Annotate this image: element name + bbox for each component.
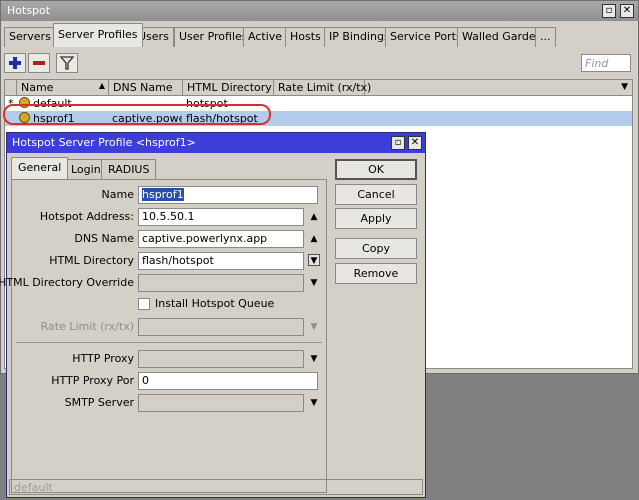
plus-icon xyxy=(9,57,21,69)
minus-icon xyxy=(33,61,45,65)
divider xyxy=(16,342,322,343)
collapse-up-icon[interactable]: ▲ xyxy=(308,211,320,223)
main-tabs: Servers Server Profiles Users User Profi… xyxy=(4,23,635,47)
http-proxy-field[interactable] xyxy=(138,350,304,368)
http-proxy-port-label: HTTP Proxy Por xyxy=(51,374,134,387)
general-panel: Name hsprof1 Hotspot Address: 10.5.50.1 … xyxy=(0,179,327,493)
tab-user-profiles[interactable]: User Profiles xyxy=(174,27,253,47)
dns-name-label: DNS Name xyxy=(74,232,134,245)
tab-servers[interactable]: Servers xyxy=(4,27,56,47)
tab-walled-garden[interactable]: Walled Garden xyxy=(457,27,548,47)
header-marker xyxy=(5,80,17,96)
highlight-ring xyxy=(3,104,271,125)
window-titlebar[interactable]: Hotspot ▫ ✕ xyxy=(1,1,638,21)
restore-icon[interactable]: ▫ xyxy=(391,136,405,150)
remove-button[interactable] xyxy=(28,53,50,73)
restore-icon[interactable]: ▫ xyxy=(602,4,616,18)
tab-service-ports[interactable]: Service Ports xyxy=(385,27,467,47)
remove-button[interactable]: Remove xyxy=(335,263,417,284)
name-field[interactable]: hsprof1 xyxy=(138,186,318,204)
tab-server-profiles[interactable]: Server Profiles xyxy=(53,23,143,47)
dropdown-icon[interactable]: ▼ xyxy=(308,254,320,266)
http-proxy-label: HTTP Proxy xyxy=(72,352,134,365)
header-html-directory[interactable]: HTML Directory xyxy=(183,80,274,96)
rate-limit-field xyxy=(138,318,304,336)
table-header: Name ▲ DNS Name HTML Directory Rate Limit… xyxy=(5,80,632,96)
columns-dropdown-icon[interactable]: ▼ xyxy=(621,82,628,92)
dialog-title: Hotspot Server Profile <hsprof1> xyxy=(12,136,196,149)
dialog-titlebar[interactable]: Hotspot Server Profile <hsprof1> ▫ ✕ xyxy=(7,133,425,153)
dropdown-icon: ▼ xyxy=(310,322,318,332)
add-button[interactable] xyxy=(4,53,26,73)
header-rate-limit[interactable]: Rate Limit (rx/tx) xyxy=(274,80,371,96)
http-proxy-port-field[interactable]: 0 xyxy=(138,372,318,390)
filter-icon xyxy=(59,56,75,70)
tab-more[interactable]: ... xyxy=(535,27,556,47)
close-icon[interactable]: ✕ xyxy=(408,136,422,150)
ok-button[interactable]: OK xyxy=(335,159,417,180)
toolbar: Find xyxy=(4,51,635,77)
apply-button[interactable]: Apply xyxy=(335,208,417,229)
header-name[interactable]: Name ▲ xyxy=(17,80,109,96)
dns-name-field[interactable]: captive.powerlynx.app xyxy=(138,230,304,248)
install-queue-label: Install Hotspot Queue xyxy=(155,297,275,310)
filter-button[interactable] xyxy=(56,53,78,73)
smtp-server-label: SMTP Server xyxy=(64,396,134,409)
profile-dialog: Hotspot Server Profile <hsprof1> ▫ ✕ Gen… xyxy=(0,132,426,498)
cancel-button[interactable]: Cancel xyxy=(335,184,417,205)
close-icon[interactable]: ✕ xyxy=(620,4,634,18)
rate-limit-label: Rate Limit (rx/tx) xyxy=(40,320,134,333)
html-directory-field[interactable]: flash/hotspot xyxy=(138,252,304,270)
tab-active[interactable]: Active xyxy=(243,27,288,47)
find-input[interactable]: Find xyxy=(581,54,631,72)
hotspot-address-label: Hotspot Address: xyxy=(39,210,134,223)
html-override-label: HTML Directory Override xyxy=(0,276,134,289)
dropdown-icon[interactable]: ▼ xyxy=(308,397,320,409)
header-dns[interactable]: DNS Name xyxy=(109,80,183,96)
window-title: Hotspot xyxy=(7,4,51,17)
dialog-status: default xyxy=(9,479,423,495)
html-override-field[interactable] xyxy=(138,274,304,292)
tab-radius[interactable]: RADIUS xyxy=(101,159,157,179)
dropdown-icon[interactable]: ▼ xyxy=(308,353,320,365)
sort-arrow-icon: ▲ xyxy=(98,81,105,90)
dropdown-icon[interactable]: ▼ xyxy=(308,277,320,289)
html-directory-label: HTML Directory xyxy=(49,254,134,267)
name-label: Name xyxy=(101,188,134,201)
collapse-up-icon[interactable]: ▲ xyxy=(308,233,320,245)
copy-button[interactable]: Copy xyxy=(335,238,417,259)
smtp-server-field[interactable] xyxy=(138,394,304,412)
tab-hosts[interactable]: Hosts xyxy=(285,27,326,47)
install-queue-checkbox[interactable] xyxy=(138,298,150,310)
tab-general[interactable]: General xyxy=(11,157,69,179)
hotspot-address-field[interactable]: 10.5.50.1 xyxy=(138,208,304,226)
